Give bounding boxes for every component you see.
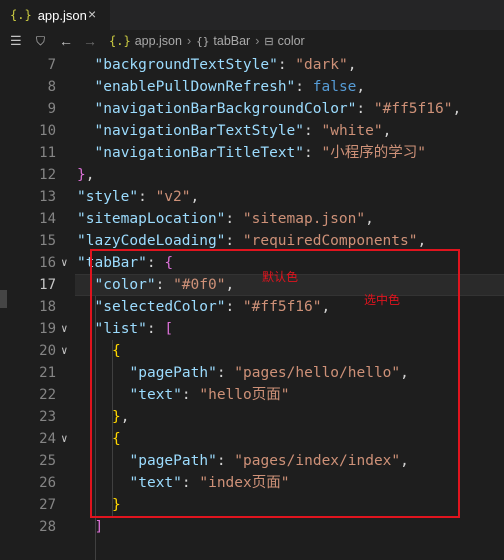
tab-label: app.json	[37, 7, 87, 23]
breadcrumb-node[interactable]: tabBar	[213, 34, 250, 48]
code-token: "sitemap.json"	[242, 211, 366, 227]
code-token: "style"	[77, 189, 139, 205]
code-token: "enablePullDownRefresh"	[94, 79, 296, 95]
code-token: "小程序的学习"	[321, 145, 426, 161]
code-text: "enablePullDownRefresh": false,	[95, 76, 366, 98]
code-token: ,	[85, 167, 95, 183]
breadcrumb-leaf[interactable]: color	[278, 34, 305, 48]
code-text: "navigationBarBackgroundColor": "#ff5f16…	[95, 98, 462, 120]
code-line[interactable]: 7 "backgroundTextStyle": "dark",	[0, 54, 504, 76]
line-number: 8	[47, 79, 56, 95]
fold-chevron-icon[interactable]: ∨	[61, 428, 68, 450]
code-text: },	[77, 164, 94, 186]
code-token: ,	[356, 79, 366, 95]
highlight-box	[90, 249, 460, 518]
tab-bar: {.} app.json ×	[0, 0, 504, 30]
code-token: "#ff5f16"	[373, 101, 453, 117]
code-token: "dark"	[295, 57, 348, 73]
annotation-selected-color: 选中色	[364, 293, 401, 307]
line-number: 11	[39, 145, 56, 161]
code-token: :	[138, 189, 156, 205]
code-token: "white"	[321, 123, 383, 139]
breadcrumb-separator: ›	[255, 34, 260, 48]
line-number: 22	[39, 387, 56, 403]
code-token: "backgroundTextStyle"	[94, 57, 278, 73]
code-line[interactable]: 9 "navigationBarBackgroundColor": "#ff5f1…	[0, 98, 504, 120]
breadcrumb: ☰ ⛉ ← → {.} app.json › {} tabBar › ⊟ col…	[0, 30, 504, 52]
code-line[interactable]: 10 "navigationBarTextStyle": "white",	[0, 120, 504, 142]
code-token: ,	[190, 189, 200, 205]
fold-chevron-icon[interactable]: ∨	[61, 318, 68, 340]
json-file-icon: {.}	[109, 34, 131, 48]
code-token: :	[304, 123, 322, 139]
json-file-icon: {.}	[10, 8, 32, 22]
code-text: "sitemapLocation": "sitemap.json",	[77, 208, 374, 230]
line-number: 19	[39, 321, 56, 337]
line-number: 23	[39, 409, 56, 425]
code-token: ,	[382, 123, 392, 139]
code-token: :	[225, 233, 243, 249]
code-token: :	[277, 57, 296, 73]
tab-app-json[interactable]: {.} app.json ×	[0, 0, 110, 30]
code-token: "v2"	[155, 189, 191, 205]
forward-arrow-icon[interactable]: →	[83, 33, 97, 49]
code-line[interactable]: 11 "navigationBarTitleText": "小程序的学习"	[0, 142, 504, 164]
line-number: 17	[39, 277, 56, 293]
line-number: 13	[39, 189, 56, 205]
code-token: ,	[365, 211, 374, 227]
line-number: 25	[39, 453, 56, 469]
line-number: 12	[39, 167, 56, 183]
line-number: 24	[39, 431, 56, 447]
code-token: "lazyCodeLoading"	[77, 233, 226, 249]
code-token: "navigationBarBackgroundColor"	[94, 101, 357, 117]
code-text: "style": "v2",	[77, 186, 199, 208]
breadcrumb-separator: ›	[186, 34, 192, 48]
code-token: :	[304, 145, 322, 161]
code-token: ,	[347, 57, 357, 73]
annotation-default-color: 默认色	[262, 270, 299, 284]
fold-chevron-icon[interactable]: ∨	[61, 340, 68, 362]
code-text: "backgroundTextStyle": "dark",	[95, 54, 357, 76]
code-token: "sitemapLocation"	[77, 211, 226, 227]
code-text: "navigationBarTitleText": "小程序的学习"	[95, 142, 426, 164]
line-number: 9	[47, 101, 56, 117]
code-line[interactable]: 14 "sitemapLocation": "sitemap.json",	[0, 208, 504, 230]
line-number: 27	[39, 497, 56, 513]
line-number: 20	[39, 343, 56, 359]
object-icon: {}	[196, 34, 210, 48]
line-number: 14	[39, 211, 56, 227]
code-token: "navigationBarTitleText"	[94, 145, 305, 161]
code-token: false	[312, 79, 357, 95]
code-text: "navigationBarTextStyle": "white",	[95, 120, 392, 142]
code-token: ,	[417, 233, 427, 249]
code-token: "requiredComponents"	[242, 233, 418, 249]
back-arrow-icon[interactable]: ←	[59, 33, 73, 49]
close-icon[interactable]: ×	[88, 6, 96, 22]
line-number: 18	[39, 299, 56, 315]
fold-chevron-icon[interactable]: ∨	[61, 252, 68, 274]
line-number: 7	[47, 57, 56, 73]
code-token: "navigationBarTextStyle"	[94, 123, 305, 139]
line-number: 15	[39, 233, 56, 249]
code-line[interactable]: 8 "enablePullDownRefresh": false,	[0, 76, 504, 98]
property-icon: ⊟	[264, 35, 274, 48]
list-icon[interactable]: ☰	[10, 33, 24, 49]
line-number: 28	[39, 519, 56, 535]
code-line[interactable]: 28]	[0, 516, 504, 538]
line-number: 26	[39, 475, 56, 491]
line-number: 10	[39, 123, 56, 139]
code-token: }	[77, 167, 86, 183]
line-number: 21	[39, 365, 56, 381]
code-line[interactable]: 12},	[0, 164, 504, 186]
breadcrumb-file[interactable]: app.json	[135, 34, 182, 48]
bookmark-icon[interactable]: ⛉	[36, 34, 45, 49]
code-line[interactable]: 13 "style": "v2",	[0, 186, 504, 208]
line-number: 16	[39, 255, 56, 271]
code-token: ,	[452, 101, 462, 117]
code-token: :	[295, 79, 313, 95]
code-token: :	[356, 101, 374, 117]
code-token: :	[225, 211, 243, 227]
